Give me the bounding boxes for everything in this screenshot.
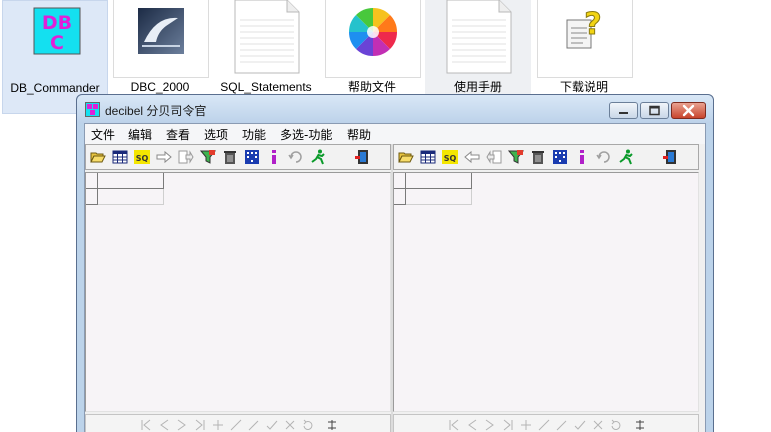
insert-record-icon[interactable] xyxy=(520,419,532,431)
left-navigator xyxy=(85,414,391,432)
menu-functions[interactable]: 功能 xyxy=(242,126,266,143)
menu-bar: 文件 编辑 查看 选项 功能 多选-功能 帮助 xyxy=(85,124,705,144)
post-edit-icon[interactable] xyxy=(266,419,278,431)
svg-text:SQ: SQ xyxy=(136,154,149,163)
grid-row-indicator xyxy=(394,173,406,189)
desktop-icon-label: SQL_Statements xyxy=(220,80,312,94)
grid-row-indicator xyxy=(86,173,98,189)
refresh-data-icon[interactable] xyxy=(302,419,314,431)
left-pane: SQ xyxy=(85,144,391,432)
info-icon[interactable] xyxy=(266,149,282,165)
app-icon xyxy=(85,102,100,117)
svg-text:?: ? xyxy=(584,8,601,42)
grid-row-indicator xyxy=(394,189,406,205)
desktop-icon-label: 帮助文件 xyxy=(347,80,396,94)
table-grid-icon[interactable] xyxy=(420,149,436,165)
run-man-icon[interactable] xyxy=(618,149,634,165)
sql-query-icon[interactable]: SQ xyxy=(442,149,458,165)
left-toolbar: SQ xyxy=(85,144,391,170)
right-pane: SQ xyxy=(393,144,699,432)
trash-icon[interactable] xyxy=(222,149,238,165)
refresh-disabled-icon[interactable] xyxy=(596,149,612,165)
menu-view[interactable]: 查看 xyxy=(166,126,190,143)
trash-icon[interactable] xyxy=(530,149,546,165)
document-icon xyxy=(446,0,512,74)
right-navigator xyxy=(393,414,699,432)
desktop-icon-label: DBC_2000 xyxy=(130,80,190,94)
refresh-disabled-icon[interactable] xyxy=(288,149,304,165)
first-record-icon[interactable] xyxy=(140,419,152,431)
menu-help[interactable]: 帮助 xyxy=(347,126,371,143)
menu-file[interactable]: 文件 xyxy=(91,126,115,143)
menu-multiselect-functions[interactable]: 多选-功能 xyxy=(280,126,332,143)
insert-record-icon[interactable] xyxy=(212,419,224,431)
help-document-icon: ? xyxy=(566,8,602,49)
edit-record-icon[interactable] xyxy=(248,419,260,431)
client-area: 文件 编辑 查看 选项 功能 多选-功能 帮助 SQ SQ xyxy=(84,123,706,432)
sql-statements-thumb xyxy=(219,0,315,78)
next-record-icon[interactable] xyxy=(484,419,496,431)
desktop-icon-label: 下载说明 xyxy=(559,80,608,94)
user-manual-thumb xyxy=(431,0,527,78)
database-icon[interactable] xyxy=(552,149,568,165)
download-info-thumb: ? xyxy=(537,0,633,78)
filter-icon[interactable] xyxy=(200,149,216,165)
delete-record-icon[interactable] xyxy=(538,419,550,431)
grid-row-indicator xyxy=(86,189,98,205)
refresh-data-icon[interactable] xyxy=(610,419,622,431)
svg-text:SQ: SQ xyxy=(444,154,457,163)
db-icon-text-top: DB xyxy=(42,12,72,34)
sql-query-icon[interactable]: SQ xyxy=(134,149,150,165)
run-man-icon[interactable] xyxy=(310,149,326,165)
database-icon[interactable] xyxy=(244,149,260,165)
settings-icon[interactable] xyxy=(634,419,646,431)
desktop-icon-label: 使用手册 xyxy=(453,80,502,94)
minimize-icon xyxy=(619,112,628,114)
cancel-edit-icon[interactable] xyxy=(284,419,296,431)
post-edit-icon[interactable] xyxy=(574,419,586,431)
cancel-edit-icon[interactable] xyxy=(592,419,604,431)
last-record-icon[interactable] xyxy=(194,419,206,431)
maximize-button[interactable] xyxy=(640,102,669,119)
info-icon[interactable] xyxy=(574,149,590,165)
arrow-left-icon[interactable] xyxy=(464,149,480,165)
minimize-button[interactable] xyxy=(609,102,638,119)
prior-record-icon[interactable] xyxy=(158,419,170,431)
dbc-2000-thumb xyxy=(113,0,209,78)
exit-door-icon[interactable] xyxy=(662,149,678,165)
db-commander-app-icon: DB C xyxy=(33,7,81,55)
arrow-right-icon[interactable] xyxy=(156,149,172,165)
delete-record-icon[interactable] xyxy=(230,419,242,431)
filter-icon[interactable] xyxy=(508,149,524,165)
menu-options[interactable]: 选项 xyxy=(204,126,228,143)
next-record-icon[interactable] xyxy=(176,419,188,431)
window-title: decibel 分贝司令官 xyxy=(105,104,207,118)
exit-door-icon[interactable] xyxy=(354,149,370,165)
close-button[interactable] xyxy=(671,102,706,119)
copy-left-icon[interactable] xyxy=(486,149,502,165)
db-icon-text-bottom: C xyxy=(50,32,64,54)
app-window: decibel 分贝司令官 文件 编辑 查看 选项 功能 多选-功能 帮助 SQ xyxy=(76,94,714,432)
prior-record-icon[interactable] xyxy=(466,419,478,431)
edit-record-icon[interactable] xyxy=(556,419,568,431)
maximize-icon xyxy=(649,105,660,116)
settings-icon[interactable] xyxy=(326,419,338,431)
title-bar[interactable]: decibel 分贝司令官 xyxy=(77,95,713,123)
document-icon xyxy=(234,0,300,74)
close-icon xyxy=(682,104,695,117)
last-record-icon[interactable] xyxy=(502,419,514,431)
open-folder-icon[interactable] xyxy=(398,149,414,165)
menu-edit[interactable]: 编辑 xyxy=(128,126,152,143)
help-file-thumb xyxy=(325,0,421,78)
right-data-grid[interactable] xyxy=(393,172,699,412)
open-folder-icon[interactable] xyxy=(90,149,106,165)
db-commander-thumb: DB C xyxy=(9,1,105,79)
first-record-icon[interactable] xyxy=(448,419,460,431)
dbc-2000-app-icon xyxy=(138,8,184,54)
left-data-grid[interactable] xyxy=(85,172,391,412)
copy-right-icon[interactable] xyxy=(178,149,194,165)
pinwheel-icon xyxy=(348,7,398,57)
right-toolbar: SQ xyxy=(393,144,699,170)
table-grid-icon[interactable] xyxy=(112,149,128,165)
